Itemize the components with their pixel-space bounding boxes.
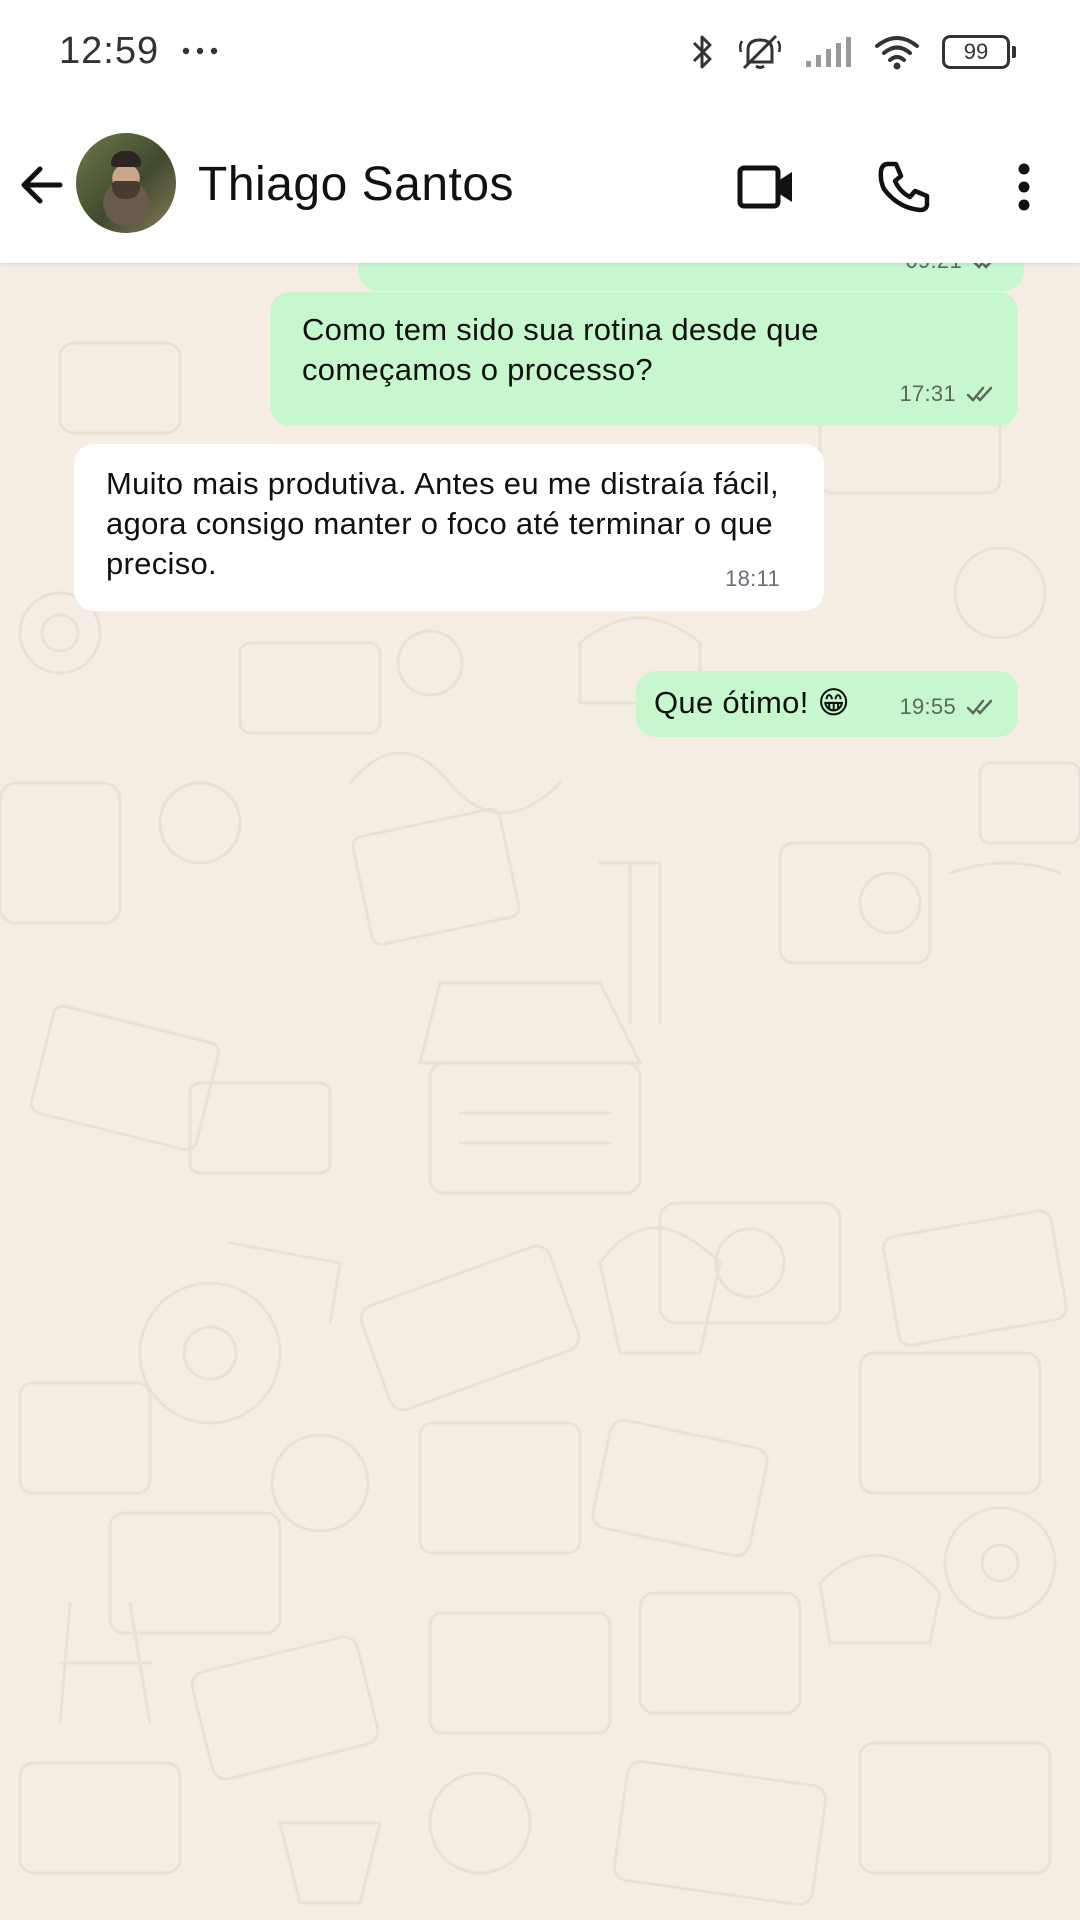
message-time: 17:31 xyxy=(899,381,956,406)
status-time: 12:59 xyxy=(59,30,160,72)
voice-call-button[interactable] xyxy=(872,155,936,219)
message-time: 19:55 xyxy=(899,694,956,719)
more-dots-icon xyxy=(182,47,218,55)
message-meta: 19:55 xyxy=(899,687,998,727)
kebab-menu-icon xyxy=(1018,163,1030,211)
chat-header: Thiago Santos xyxy=(0,105,1080,263)
status-bar: 12:59 99 xyxy=(0,0,1080,105)
message-meta: 17:31 xyxy=(899,374,998,414)
video-call-button[interactable] xyxy=(734,155,798,219)
message-time: 09:21 xyxy=(905,263,962,281)
double-check-icon xyxy=(973,263,992,269)
signal-icon xyxy=(806,37,851,67)
video-call-icon xyxy=(737,165,792,209)
message-text: Muito mais produtiva. Antes eu me distra… xyxy=(106,466,779,581)
message-outgoing-partial[interactable]: 09:21 xyxy=(358,263,1024,291)
status-icons: 99 xyxy=(688,30,1016,74)
message-outgoing[interactable]: Que ótimo! 😁 19:55 xyxy=(636,671,1018,737)
contact-name[interactable]: Thiago Santos xyxy=(198,157,514,212)
more-options-button[interactable] xyxy=(992,155,1056,219)
message-incoming[interactable]: Muito mais produtiva. Antes eu me distra… xyxy=(74,444,824,611)
message-outgoing[interactable]: Como tem sido sua rotina desde que começ… xyxy=(270,292,1018,426)
message-time: 18:11 xyxy=(725,566,780,591)
silent-icon xyxy=(738,34,782,70)
battery-icon: 99 xyxy=(942,35,1016,69)
wifi-icon xyxy=(875,36,919,70)
message-meta: 09:21 xyxy=(905,263,1004,281)
double-check-icon xyxy=(966,699,993,715)
back-arrow-icon[interactable] xyxy=(16,160,66,210)
message-meta: 18:11 xyxy=(725,559,780,599)
double-check-icon xyxy=(966,386,993,402)
contact-avatar[interactable] xyxy=(76,133,176,233)
chat-area[interactable]: 09:21 Como tem sido sua rotina desde que… xyxy=(0,263,1080,1920)
message-text: Como tem sido sua rotina desde que começ… xyxy=(302,312,819,387)
bluetooth-icon xyxy=(692,35,712,69)
phone-icon xyxy=(878,161,930,213)
